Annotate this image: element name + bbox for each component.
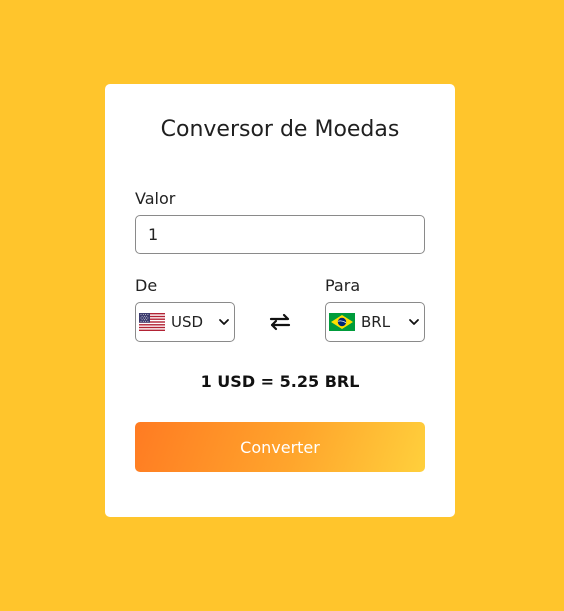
converter-card: Conversor de Moedas Valor De USD bbox=[105, 84, 455, 517]
convert-button[interactable]: Converter bbox=[135, 422, 425, 472]
amount-label: Valor bbox=[135, 189, 176, 208]
to-currency-select[interactable]: BRL bbox=[325, 302, 425, 342]
us-flag-icon bbox=[139, 313, 165, 331]
amount-input[interactable] bbox=[135, 215, 425, 254]
swap-arrows-icon[interactable] bbox=[268, 310, 292, 334]
brazil-flag-icon bbox=[329, 313, 355, 331]
page-title: Conversor de Moedas bbox=[160, 117, 400, 142]
from-label: De bbox=[135, 276, 158, 295]
chevron-down-icon bbox=[219, 319, 229, 325]
from-currency-select[interactable]: USD bbox=[135, 302, 235, 342]
to-label: Para bbox=[325, 276, 361, 295]
conversion-result: 1 USD = 5.25 BRL bbox=[200, 372, 360, 391]
chevron-down-icon bbox=[409, 319, 419, 325]
to-currency-code: BRL bbox=[361, 313, 391, 331]
from-currency-code: USD bbox=[171, 313, 204, 331]
